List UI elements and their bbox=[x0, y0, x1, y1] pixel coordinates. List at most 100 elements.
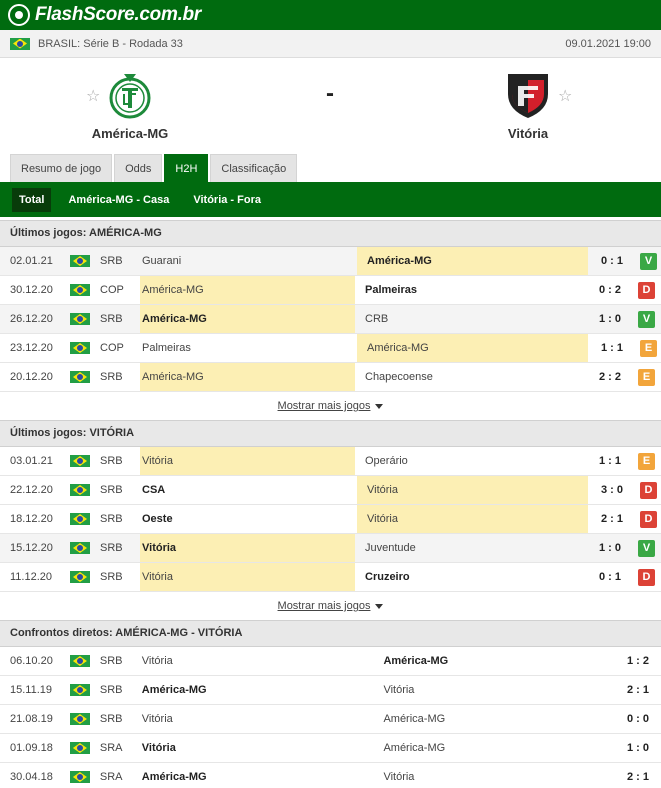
match-row[interactable]: 20.12.20 SRB América-MG Chapecoense 2 : … bbox=[0, 363, 661, 392]
match-row[interactable]: 18.12.20 SRB Oeste Vitória 2 : 1 D bbox=[0, 505, 661, 534]
tab-resumo[interactable]: Resumo de jogo bbox=[10, 154, 113, 182]
match-date: 30.12.20 bbox=[10, 284, 53, 296]
competition-code: SRB bbox=[100, 455, 123, 467]
brazil-flag-icon bbox=[70, 371, 90, 384]
away-team-name[interactable]: Vitória bbox=[448, 126, 608, 141]
away-team-cell: Operário bbox=[365, 455, 408, 467]
result-badge: D bbox=[638, 568, 655, 586]
away-team-cell: América-MG bbox=[383, 655, 449, 667]
match-row[interactable]: 15.12.20 SRB Vitória Juventude 1 : 0 V bbox=[0, 534, 661, 563]
show-more-link[interactable]: Mostrar mais jogos bbox=[0, 592, 661, 620]
match-row[interactable]: 06.10.20 SRB Vitória América-MG 1 : 2 bbox=[0, 647, 661, 676]
brazil-flag-icon bbox=[70, 342, 90, 355]
competition-code: SRB bbox=[99, 655, 123, 667]
match-date: 01.09.18 bbox=[10, 742, 53, 754]
match-result-score: 1 : 1 bbox=[598, 455, 621, 467]
match-row[interactable]: 22.12.20 SRB CSA Vitória 3 : 0 D bbox=[0, 476, 661, 505]
home-team-cell: América-MG bbox=[140, 276, 355, 304]
match-row[interactable]: 23.12.20 COP Palmeiras América-MG 1 : 1 … bbox=[0, 334, 661, 363]
subtab-home[interactable]: América-MG - Casa bbox=[61, 188, 176, 212]
subtab-away[interactable]: Vitória - Fora bbox=[186, 188, 268, 212]
match-result-score: 1 : 1 bbox=[600, 342, 623, 354]
away-team-cell: Vitória bbox=[383, 771, 415, 783]
away-team-cell: Vitória bbox=[357, 476, 588, 504]
home-last-games-section: Últimos jogos: AMÉRICA-MG 02.01.21 SRB G… bbox=[0, 220, 661, 420]
tab-odds[interactable]: Odds bbox=[114, 154, 163, 182]
competition-code: SRB bbox=[100, 513, 123, 525]
home-team-cell: América-MG bbox=[141, 771, 207, 783]
match-result-score: 1 : 0 bbox=[598, 313, 621, 325]
competition-code: SRB bbox=[99, 684, 123, 696]
match-result-score: 0 : 2 bbox=[598, 284, 621, 296]
home-team-cell: América-MG bbox=[140, 305, 355, 333]
away-team-cell: Palmeiras bbox=[365, 284, 417, 296]
result-badge: D bbox=[640, 481, 657, 499]
match-row[interactable]: 15.11.19 SRB América-MG Vitória 2 : 1 bbox=[0, 676, 661, 705]
home-team-cell: Guarani bbox=[142, 255, 182, 267]
result-badge: E bbox=[638, 452, 655, 470]
result-badge: D bbox=[638, 281, 655, 299]
home-team[interactable]: América-MG bbox=[50, 68, 210, 141]
match-score: - bbox=[326, 80, 334, 107]
away-team-cell: Juventude bbox=[365, 542, 416, 554]
match-result-score: 1 : 2 bbox=[627, 655, 650, 667]
tab-classificacao[interactable]: Classificação bbox=[210, 154, 298, 182]
section-title: Confrontos diretos: AMÉRICA-MG - VITÓRIA bbox=[0, 620, 661, 647]
caret-down-icon bbox=[375, 603, 384, 609]
match-date: 06.10.20 bbox=[10, 655, 53, 667]
show-more-link[interactable]: Mostrar mais jogos bbox=[0, 392, 661, 420]
competition-code: SRB bbox=[100, 255, 123, 267]
brazil-flag-icon bbox=[70, 255, 90, 268]
brand-logo-text[interactable]: FlashScore.com.br bbox=[35, 4, 201, 26]
match-row[interactable]: 30.04.18 SRA América-MG Vitória 2 : 1 bbox=[0, 763, 661, 788]
match-date: 03.01.21 bbox=[10, 455, 53, 467]
match-row[interactable]: 01.09.18 SRA Vitória América-MG 1 : 0 bbox=[0, 734, 661, 763]
tab-h2h[interactable]: H2H bbox=[164, 154, 209, 182]
away-last-games-section: Últimos jogos: VITÓRIA 03.01.21 SRB Vitó… bbox=[0, 420, 661, 620]
match-row[interactable]: 30.12.20 COP América-MG Palmeiras 0 : 2 … bbox=[0, 276, 661, 305]
brazil-flag-icon bbox=[70, 513, 90, 526]
away-team-cell: Vitória bbox=[357, 505, 588, 533]
competition-code: SRA bbox=[99, 742, 123, 754]
subtab-total[interactable]: Total bbox=[12, 187, 52, 212]
match-date: 02.01.21 bbox=[10, 255, 53, 267]
match-row[interactable]: 03.01.21 SRB Vitória Operário 1 : 1 E bbox=[0, 447, 661, 476]
america-mg-crest-icon[interactable] bbox=[104, 68, 156, 120]
match-date: 23.12.20 bbox=[10, 342, 53, 354]
match-result-score: 2 : 1 bbox=[627, 684, 650, 696]
away-team-cell: Vitória bbox=[383, 684, 415, 696]
home-team-cell: América-MG bbox=[140, 363, 355, 391]
match-result-score: 1 : 0 bbox=[598, 542, 621, 554]
competition-label[interactable]: BRASIL: Série B - Rodada 33 bbox=[38, 38, 183, 50]
home-team-cell: Vitória bbox=[141, 742, 176, 754]
match-row[interactable]: 11.12.20 SRB Vitória Cruzeiro 0 : 1 D bbox=[0, 563, 661, 592]
favorite-star-icon[interactable]: ☆ bbox=[558, 86, 572, 106]
match-date: 15.11.19 bbox=[10, 684, 53, 696]
brazil-flag-icon bbox=[70, 284, 90, 297]
away-team-cell: América-MG bbox=[357, 247, 588, 275]
vitoria-crest-icon[interactable] bbox=[502, 68, 554, 120]
away-team[interactable]: Vitória bbox=[448, 68, 608, 141]
home-team-name[interactable]: América-MG bbox=[50, 126, 210, 141]
away-team-cell: América-MG bbox=[357, 334, 588, 362]
match-date: 21.08.19 bbox=[10, 713, 53, 725]
match-result-score: 2 : 2 bbox=[598, 371, 621, 383]
match-tabs: Resumo de jogo Odds H2H Classificação bbox=[0, 154, 661, 182]
flashscore-logo-icon[interactable] bbox=[8, 4, 30, 26]
top-bar: FlashScore.com.br bbox=[0, 0, 661, 30]
match-row[interactable]: 26.12.20 SRB América-MG CRB 1 : 0 V bbox=[0, 305, 661, 334]
match-date: 22.12.20 bbox=[10, 484, 53, 496]
brazil-flag-icon bbox=[69, 713, 90, 726]
away-team-cell: Cruzeiro bbox=[365, 571, 410, 583]
match-row[interactable]: 02.01.21 SRB Guarani América-MG 0 : 1 V bbox=[0, 247, 661, 276]
brazil-flag-icon bbox=[69, 742, 90, 755]
home-team-cell: Vitória bbox=[140, 563, 355, 591]
match-date: 11.12.20 bbox=[10, 571, 53, 583]
match-result-score: 0 : 0 bbox=[627, 713, 650, 725]
away-team-cell: América-MG bbox=[383, 713, 446, 725]
home-team-cell: Oeste bbox=[142, 513, 173, 525]
result-badge: V bbox=[638, 310, 655, 328]
match-date: 26.12.20 bbox=[10, 313, 53, 325]
match-row[interactable]: 21.08.19 SRB Vitória América-MG 0 : 0 bbox=[0, 705, 661, 734]
match-result-score: 1 : 0 bbox=[627, 742, 650, 754]
